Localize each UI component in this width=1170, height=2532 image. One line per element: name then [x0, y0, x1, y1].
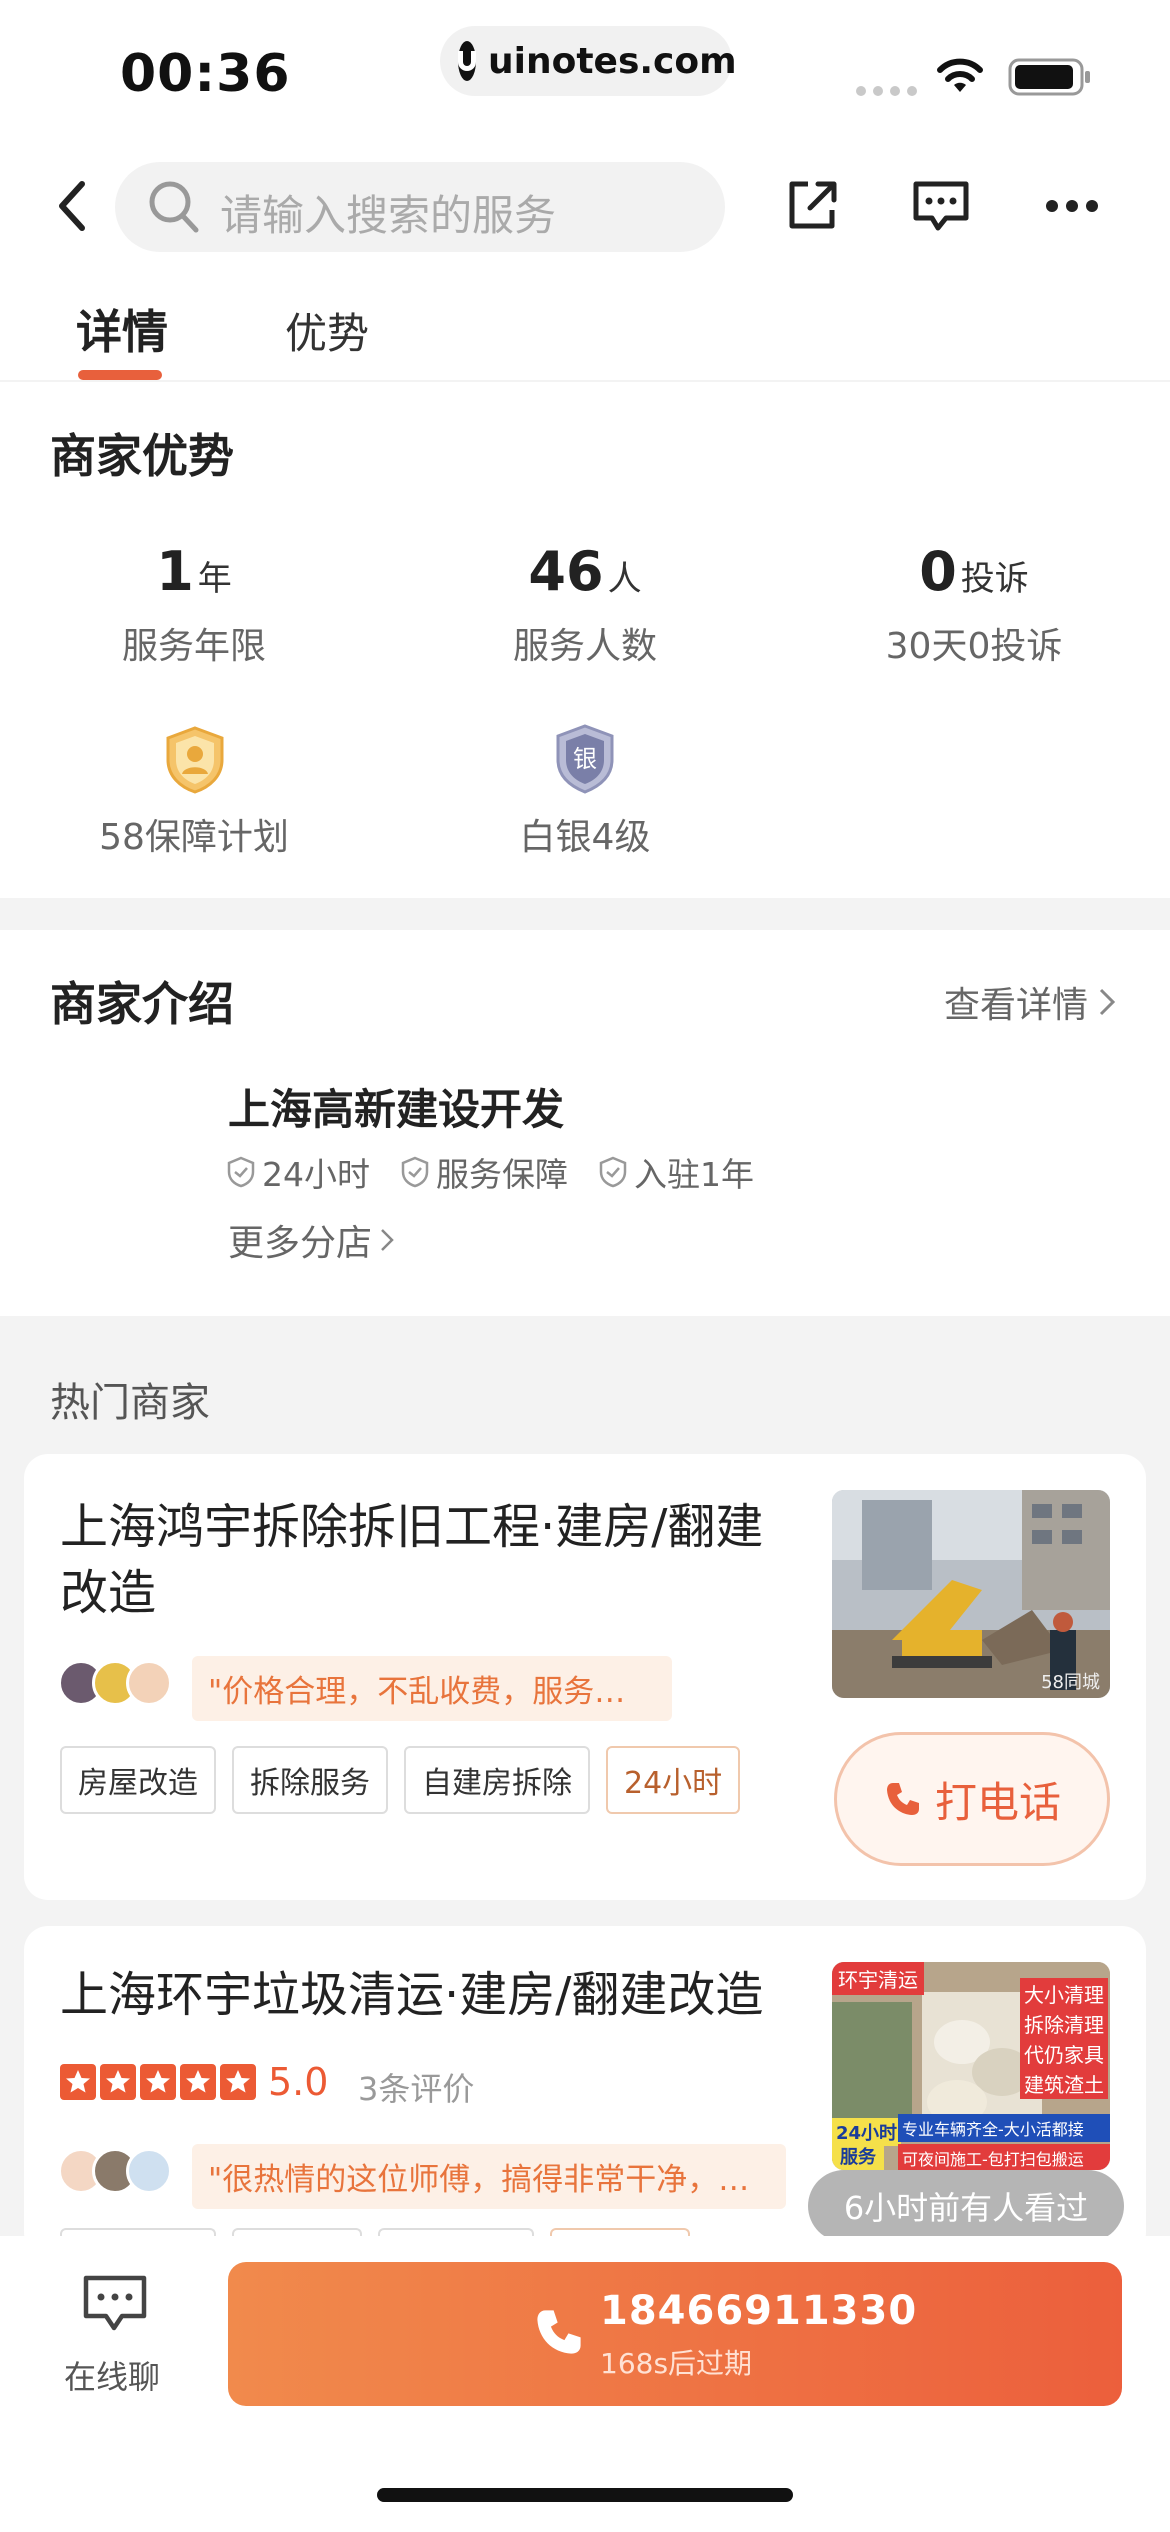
share-icon[interactable]: [784, 178, 840, 234]
battery-icon: [1008, 58, 1090, 96]
tab-advantages[interactable]: 优势: [285, 300, 369, 361]
demolition-image: [832, 1490, 1110, 1698]
view-details-link[interactable]: 查看详情: [944, 976, 1116, 1028]
phone-icon: [886, 1783, 919, 1815]
star-icon: [60, 2064, 96, 2100]
silver-shield-icon: 银: [556, 724, 614, 794]
hot-merchants-title: 热门商家: [50, 1380, 210, 1426]
company-name: 上海高新建设开发: [228, 1085, 565, 1134]
phone-expire: 168s后过期: [600, 2347, 753, 2380]
stat-unit: 投诉: [960, 559, 1029, 599]
thumb-label: 大小清理: [1020, 1978, 1108, 2009]
recent-view-toast: 6小时前有人看过: [808, 2170, 1124, 2242]
feature-item: 24小时: [226, 1148, 370, 1196]
thumb-label: 专业车辆齐全-大小活都接: [898, 2114, 1110, 2142]
message-icon[interactable]: [910, 178, 972, 236]
thumb-label: 环宇清运: [832, 1962, 924, 1995]
phone-icon: [537, 2310, 581, 2354]
chevron-right-icon: [1099, 988, 1116, 1016]
back-icon[interactable]: [52, 178, 92, 234]
merchant-title: 上海鸿宇拆除拆旧工程·建房/翻建改造: [60, 1499, 764, 1621]
stat-value: 46: [528, 540, 604, 603]
merchant-title: 上海环宇垃圾清运·建房/翻建改造: [60, 1967, 764, 2023]
chevron-right-icon: [381, 1229, 394, 1251]
stat-complaints: 0 投诉 30天0投诉: [824, 540, 1124, 669]
stat-value: 0: [919, 540, 957, 603]
signal-icon: [856, 86, 917, 96]
star-icon: [100, 2064, 136, 2100]
thumb-label: 拆除清理: [1020, 2008, 1108, 2039]
feature-label: 24小时: [262, 1155, 370, 1194]
search-placeholder: 请输入搜索的服务: [220, 191, 557, 240]
stat-people: 46 人 服务人数: [435, 540, 735, 669]
check-shield-icon: [599, 1156, 627, 1188]
phone-number: 18466911330: [600, 2288, 918, 2334]
tab-details[interactable]: 详情: [76, 296, 168, 362]
badge-label: 白银4级: [519, 817, 651, 858]
service-tag: 房屋改造: [60, 1746, 216, 1814]
star-icon: [140, 2064, 176, 2100]
thumb-label: 可夜间施工-包打扫包搬运: [898, 2144, 1110, 2170]
stat-label: 服务年限: [121, 626, 266, 667]
service-tag: 拆除服务: [232, 1746, 388, 1814]
more-icon[interactable]: [1042, 196, 1102, 216]
stat-value: 1: [156, 540, 194, 603]
home-indicator[interactable]: [377, 2488, 793, 2502]
rating-score: 5.0: [268, 2060, 329, 2104]
advantages-title: 商家优势: [50, 429, 234, 483]
merchant-thumbnail[interactable]: 58同城: [832, 1490, 1110, 1698]
image-watermark: 58同城: [1041, 1672, 1100, 1693]
more-branches-link[interactable]: 更多分店: [228, 1214, 394, 1266]
chat-icon[interactable]: [80, 2272, 150, 2334]
feature-label: 入驻1年: [634, 1155, 754, 1194]
call-phone-button[interactable]: [228, 2262, 1122, 2406]
thumb-label: 代仍家具: [1020, 2038, 1108, 2069]
thumb-label: 服务: [832, 2142, 884, 2170]
url-text: uinotes.com: [488, 40, 737, 82]
star-rating: [60, 2064, 256, 2100]
feature-item: 入驻1年: [598, 1148, 754, 1196]
url-pill[interactable]: uinotes.com: [440, 26, 737, 96]
more-branches-label: 更多分店: [228, 1223, 373, 1264]
shield-person-icon: [166, 726, 224, 794]
view-details-label: 查看详情: [944, 985, 1089, 1026]
reviewer-avatars: [58, 1660, 172, 1706]
site-logo-icon: [458, 41, 476, 81]
call-button-label: 打电话: [934, 1777, 1061, 1827]
feature-item: 服务保障: [400, 1148, 568, 1196]
review-quote: "价格合理，不乱收费，服务不错": [192, 1656, 672, 1721]
wifi-icon: [937, 58, 983, 92]
feature-list: 24小时 服务保障 入驻1年: [226, 1148, 754, 1196]
check-shield-icon: [401, 1156, 429, 1188]
tag-list: 房屋改造 拆除服务 自建房拆除 24小时: [60, 1746, 741, 1814]
star-icon: [220, 2064, 256, 2100]
thumb-label: 建筑渣土: [1020, 2068, 1108, 2099]
check-shield-icon: [227, 1156, 255, 1188]
merchant-thumbnail[interactable]: 环宇清运 大小清理 拆除清理 代仍家具 建筑渣土 24小时 服务 专业车辆齐全-…: [832, 1962, 1110, 2170]
service-tag: 自建房拆除: [404, 1746, 590, 1814]
call-button[interactable]: 打电话: [834, 1732, 1110, 1866]
star-icon: [180, 2064, 216, 2100]
stat-years: 1年 服务年限: [44, 540, 344, 669]
feature-label: 服务保障: [436, 1155, 568, 1194]
reviewer-avatars: [58, 2148, 172, 2194]
avatar: [126, 2148, 172, 2194]
status-time: 00:36: [120, 44, 291, 104]
stat-unit: 人: [607, 559, 642, 599]
avatar: [126, 1660, 172, 1706]
stat-label: 30天0投诉: [885, 626, 1063, 667]
online-chat-label[interactable]: 在线聊: [64, 2352, 160, 2398]
tab-active-indicator: [78, 370, 162, 380]
stat-label: 服务人数: [512, 626, 657, 667]
search-icon: [149, 181, 199, 233]
badge-label: 58保障计划: [99, 817, 289, 858]
review-count: 3条评价: [358, 2070, 475, 2108]
badge-glyph: 银: [573, 745, 597, 773]
service-tag: 24小时: [606, 1746, 741, 1814]
intro-title: 商家介绍: [50, 977, 234, 1031]
review-quote: "很热情的这位师傅，搞得非常干净，清...: [192, 2144, 786, 2209]
stat-unit: 年: [197, 559, 232, 599]
